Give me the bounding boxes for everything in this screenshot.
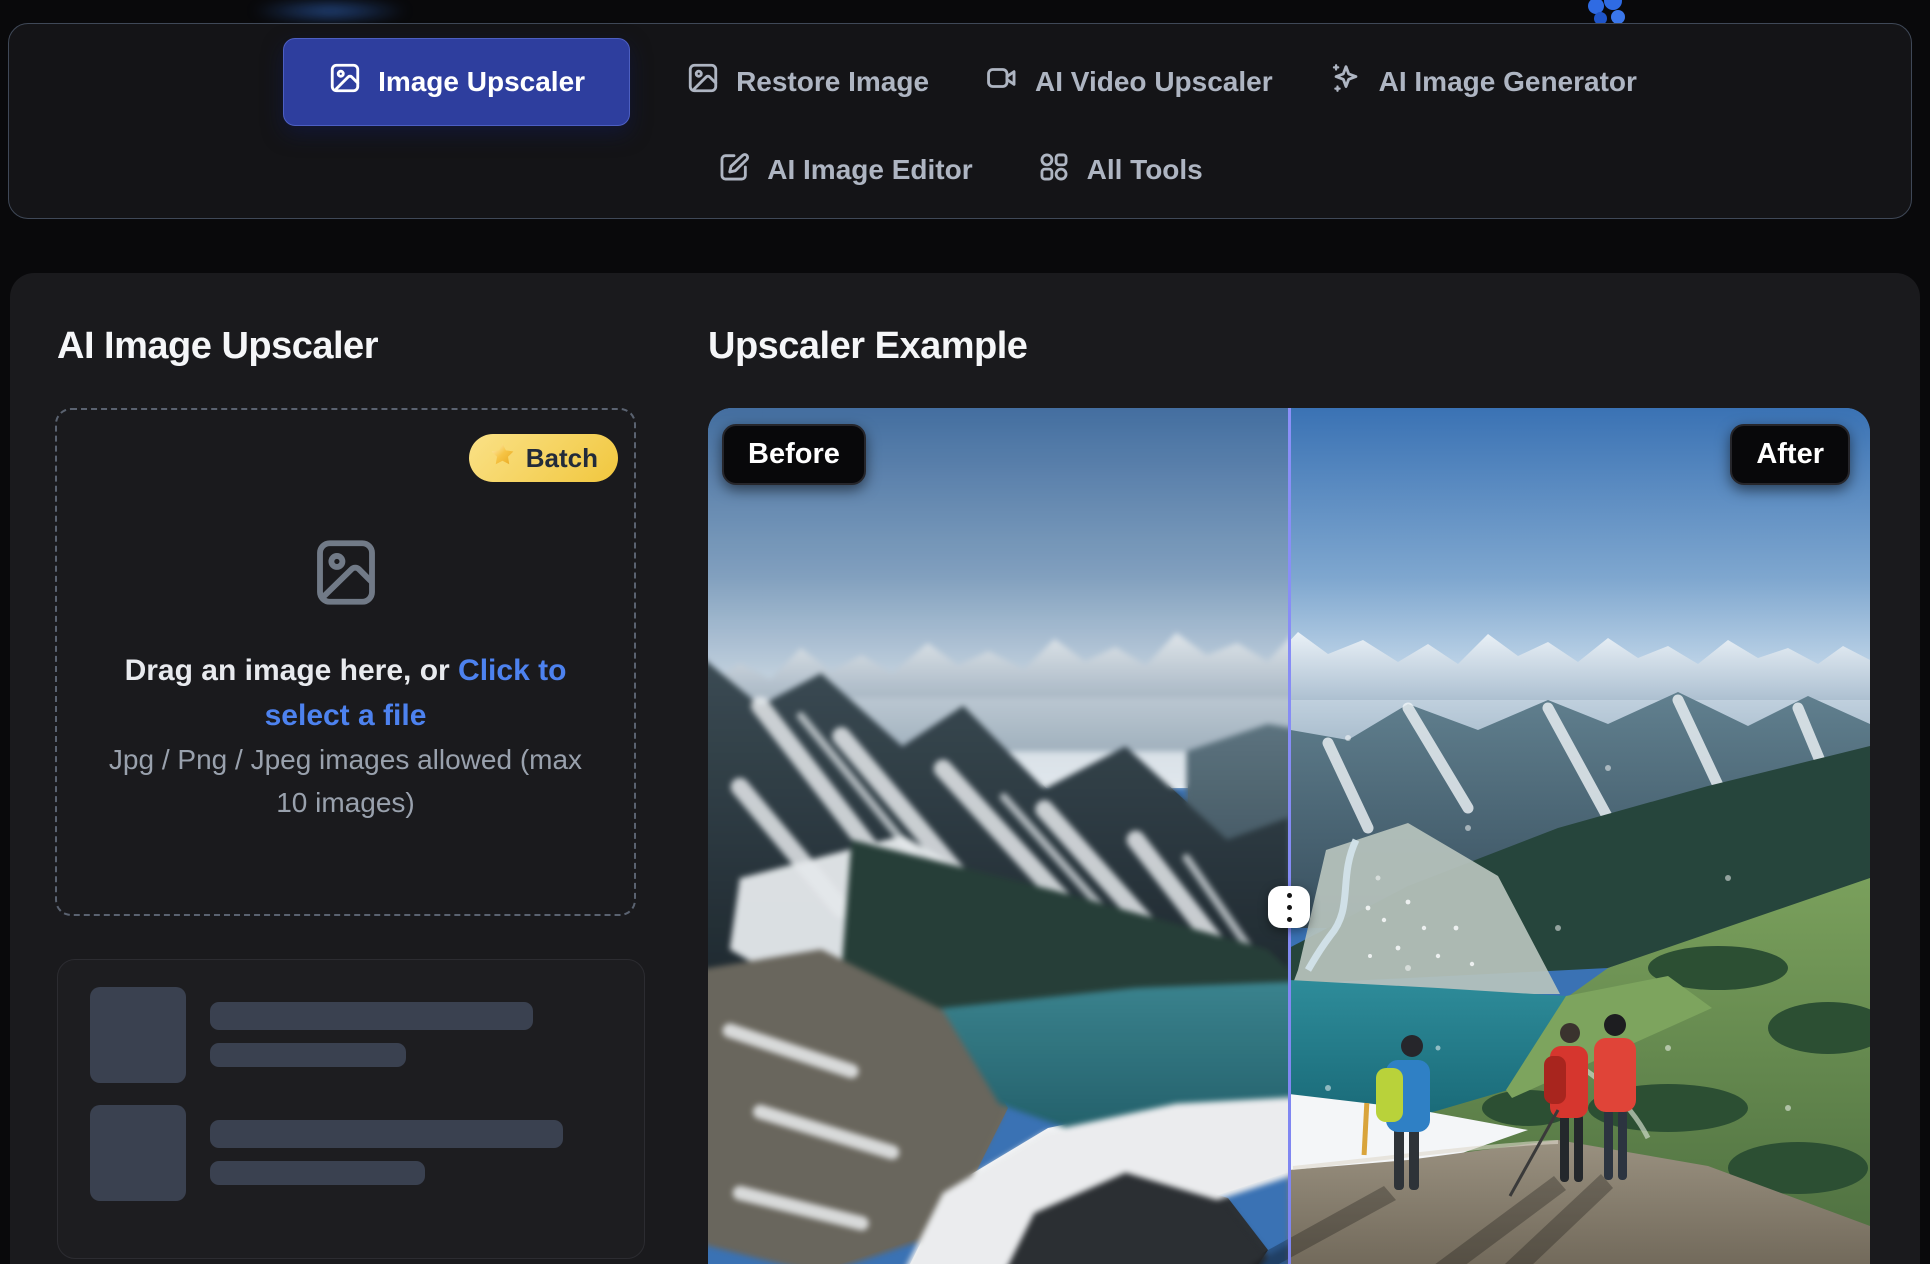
- skeleton-line: [210, 1161, 425, 1185]
- batch-badge-label: Batch: [525, 442, 598, 473]
- skeleton-line: [210, 1120, 563, 1148]
- dropzone-instruction: Drag an image here, or Click to select a …: [57, 648, 634, 738]
- comparison-divider[interactable]: [1287, 408, 1291, 1264]
- sparkles-icon: [1329, 61, 1363, 102]
- edit-square-icon: [717, 150, 751, 191]
- upload-dropzone[interactable]: Batch Drag an image here, or Click to sel…: [55, 408, 636, 916]
- video-camera-icon: [985, 61, 1019, 102]
- page: Image Upscaler Restore Image AI Video Up…: [0, 0, 1930, 1264]
- navbar-row-2: AI Image Editor All Tools: [717, 150, 1203, 191]
- image-placeholder-icon: [307, 531, 385, 619]
- tab-restore-image[interactable]: Restore Image: [686, 61, 929, 102]
- skeleton-row: [90, 1105, 612, 1201]
- before-after-comparison: Before After: [708, 408, 1870, 1264]
- tab-ai-image-generator[interactable]: AI Image Generator: [1329, 61, 1637, 102]
- skeleton-line: [210, 1002, 533, 1030]
- tab-label: Restore Image: [736, 65, 930, 97]
- tab-ai-video-upscaler[interactable]: AI Video Upscaler: [985, 61, 1273, 102]
- skeleton-thumbnail: [90, 987, 186, 1083]
- tab-all-tools[interactable]: All Tools: [1037, 150, 1203, 191]
- example-title: Upscaler Example: [708, 325, 1028, 367]
- drag-text: Drag an image here, or: [124, 654, 459, 687]
- after-label: After: [1730, 424, 1850, 485]
- tab-label: AI Image Editor: [767, 154, 973, 185]
- queue-placeholder-card: [57, 959, 645, 1259]
- navbar-row-1: Image Upscaler Restore Image AI Video Up…: [283, 37, 1637, 126]
- dropzone-constraints: Jpg / Png / Jpeg images allowed (max 10 i…: [108, 744, 583, 818]
- skeleton-line: [210, 1043, 406, 1067]
- page-title: AI Image Upscaler: [57, 325, 378, 367]
- tab-ai-image-editor[interactable]: AI Image Editor: [717, 150, 973, 191]
- tab-label: AI Image Generator: [1378, 65, 1637, 97]
- tab-label: Image Upscaler: [378, 65, 586, 97]
- tool-navbar: Image Upscaler Restore Image AI Video Up…: [8, 23, 1912, 219]
- main-panel: AI Image Upscaler Upscaler Example Batch: [10, 273, 1920, 1264]
- skeleton-row: [90, 987, 612, 1083]
- before-label: Before: [722, 424, 866, 485]
- tab-label: AI Video Upscaler: [1035, 65, 1273, 97]
- tab-label: All Tools: [1086, 154, 1203, 185]
- star-icon: [489, 441, 516, 475]
- site-logo-fragment: [1578, 0, 1634, 25]
- top-glow-decoration: [250, 0, 410, 22]
- skeleton-thumbnail: [90, 1105, 186, 1201]
- image-icon: [686, 61, 720, 102]
- tab-image-upscaler[interactable]: Image Upscaler: [283, 37, 631, 126]
- grid-icon: [1037, 150, 1071, 191]
- image-icon: [328, 61, 362, 102]
- comparison-drag-handle[interactable]: [1268, 886, 1310, 928]
- batch-badge: Batch: [468, 434, 618, 482]
